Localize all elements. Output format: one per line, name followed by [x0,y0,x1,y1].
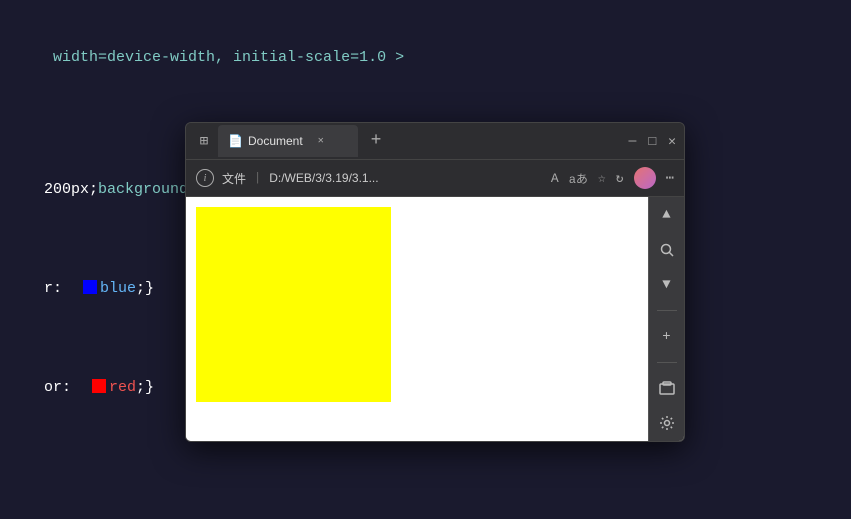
code-text-5b: red [109,379,136,396]
browser-titlebar: ⊞ 📄 Document ✕ + ─ □ ✕ [186,123,684,159]
browser-tab[interactable]: 📄 Document ✕ [218,125,358,157]
minimize-button[interactable]: ─ [629,134,637,149]
font-icon[interactable]: aあ [569,170,588,187]
tab-favicon-icon: 📄 [228,134,242,148]
addr-separator: | [254,171,261,185]
code-text-3a: 200px; [44,181,98,198]
new-tab-button[interactable]: + [362,127,390,155]
browser-content: ▲ ▼ + [186,197,684,441]
webpage-area [186,197,648,441]
reader-view-icon[interactable]: A [551,171,559,186]
profile-avatar[interactable] [634,167,656,189]
code-text: width=device-width, initial-scale=1.0 > [44,49,404,66]
window-controls: ─ □ ✕ [629,134,676,149]
code-text-4a: r: [44,280,80,297]
screenshot-button[interactable] [654,379,680,398]
favorites-icon[interactable]: ☆ [598,171,606,186]
browser-window: ⊞ 📄 Document ✕ + ─ □ ✕ i 文件 | D:/WEB/3/3… [185,122,685,442]
more-options-icon[interactable]: ⋯ [666,170,674,187]
tab-title: Document [248,134,303,148]
file-label: 文件 [222,170,246,187]
scroll-up-button[interactable]: ▲ [654,205,680,224]
divider-2 [657,362,677,363]
tab-area: ⊞ 📄 Document ✕ + [194,125,629,157]
browser-sidebar: ▲ ▼ + [648,197,684,441]
scroll-down-button[interactable]: ▼ [654,275,680,294]
settings-button[interactable] [654,414,680,433]
add-button[interactable]: + [654,327,680,346]
code-line-1: width=device-width, initial-scale=1.0 > [0,8,851,107]
code-text-4b: blue [100,280,136,297]
address-path[interactable]: D:/WEB/3/3.19/3.1... [269,171,378,185]
code-text-5a: or: [44,379,89,396]
maximize-button[interactable]: □ [648,134,656,149]
refresh-icon[interactable]: ↻ [616,171,624,186]
search-button[interactable] [654,240,680,259]
blue-color-swatch [83,280,97,294]
grid-icon[interactable]: ⊞ [194,131,214,151]
red-color-swatch [92,379,106,393]
code-text-5c: ;} [136,379,154,396]
code-text-4c: ;} [136,280,154,297]
close-button[interactable]: ✕ [668,134,676,149]
divider-1 [657,310,677,311]
browser-addressbar: i 文件 | D:/WEB/3/3.19/3.1... A aあ ☆ ↻ ⋯ [186,159,684,197]
toolbar-tools: A aあ ☆ ↻ ⋯ [551,167,674,189]
yellow-box-element [196,207,391,402]
info-icon[interactable]: i [196,169,214,187]
tab-close-button[interactable]: ✕ [313,133,329,149]
